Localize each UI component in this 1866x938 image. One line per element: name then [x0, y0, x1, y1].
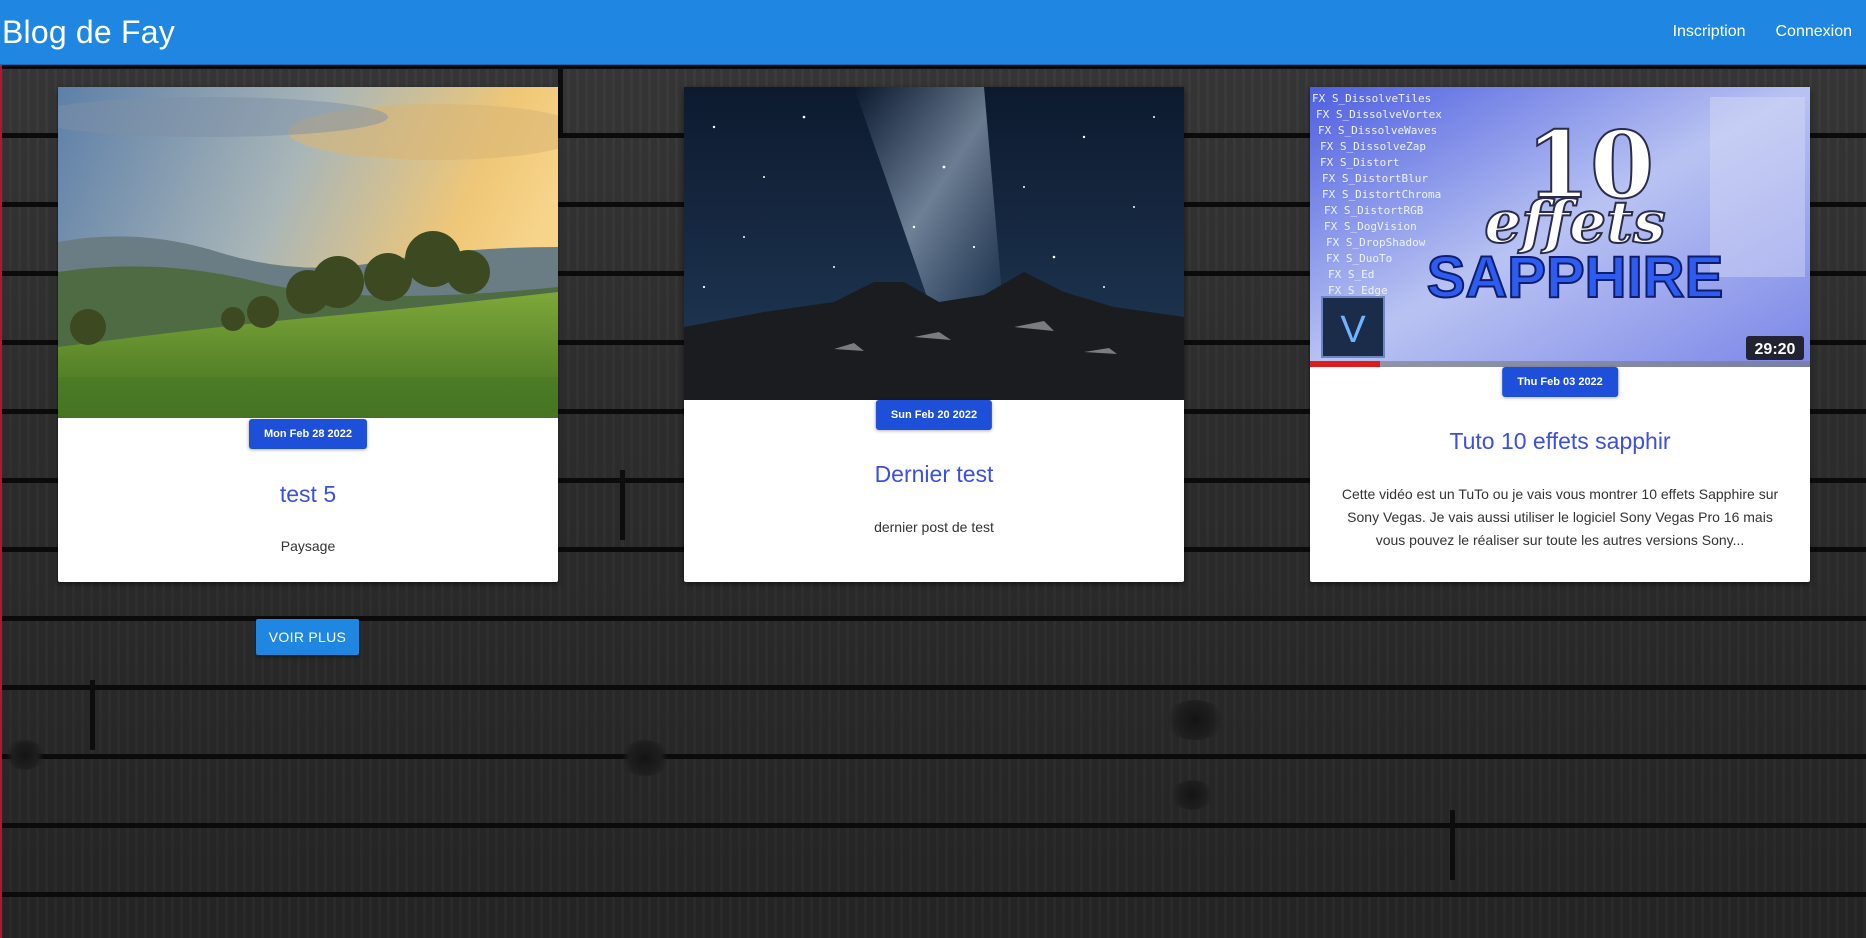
effect-list-item: FX S_DistortChroma [1322, 188, 1441, 201]
plank-seam [90, 680, 95, 750]
post-title[interactable]: Tuto 10 effets sapphir [1310, 428, 1810, 455]
post-date-badge: Thu Feb 03 2022 [1502, 367, 1618, 397]
post-image-landscape[interactable] [58, 87, 558, 418]
effect-list-item: FX S_DropShadow [1326, 236, 1426, 249]
plank-seam [620, 470, 625, 540]
effect-list-item: FX S_Ed [1328, 268, 1374, 281]
post-card[interactable]: FX S_DissolveTiles FX S_DissolveVortex F… [1310, 87, 1810, 582]
video-duration: 29:20 [1755, 341, 1796, 358]
wood-knot [5, 740, 45, 770]
nav-link-inscription[interactable]: Inscription [1673, 23, 1746, 41]
post-description: Paysage [280, 538, 336, 554]
effect-list-item: FX S_DissolveVortex [1316, 108, 1442, 121]
post-title[interactable]: Dernier test [684, 461, 1184, 488]
wood-knot [620, 740, 670, 776]
nav-link-connexion[interactable]: Connexion [1776, 23, 1853, 41]
post-title[interactable]: test 5 [58, 481, 558, 508]
plank-seam [1450, 810, 1455, 880]
plank-seam [558, 65, 563, 135]
wood-knot [1170, 780, 1214, 810]
effect-list-item: FX S_DissolveZap [1320, 140, 1426, 153]
effect-list-item: FX S_Distort [1320, 156, 1399, 169]
effect-list-item: FX S_DissolveWaves [1318, 124, 1437, 137]
window-edge [0, 0, 2, 938]
effect-list-item: FX S_DogVision [1324, 220, 1417, 233]
post-date-badge: Mon Feb 28 2022 [248, 419, 368, 449]
load-more-button[interactable]: VOIR PLUS [256, 619, 359, 655]
effect-list-item: FX S_Edge [1328, 284, 1388, 297]
navbar: Blog de Fay Inscription Connexion [0, 0, 1866, 65]
brand-link[interactable]: Blog de Fay [0, 14, 175, 51]
nav-links: Inscription Connexion [1673, 23, 1866, 41]
effect-list-item: FX S_DissolveTiles [1312, 92, 1431, 105]
thumbnail-headline-brand: SAPPHIRE [1427, 245, 1724, 310]
post-card[interactable]: Sun Feb 20 2022 Dernier test dernier pos… [684, 87, 1184, 582]
effect-list-item: FX S_DistortBlur [1322, 172, 1428, 185]
post-card[interactable]: Mon Feb 28 2022 test 5 Paysage [58, 87, 558, 582]
effect-list-item: FX S_DistortRGB [1324, 204, 1424, 217]
post-description: Cette vidéo est un TuTo ou je vais vous … [1341, 486, 1779, 548]
post-image-milky-way[interactable] [684, 87, 1184, 400]
post-date-badge: Sun Feb 20 2022 [875, 400, 993, 430]
post-description: dernier post de test [874, 519, 994, 535]
wood-knot [1165, 700, 1225, 740]
post-image-video-thumbnail[interactable]: FX S_DissolveTiles FX S_DissolveVortex F… [1310, 87, 1810, 367]
effect-list-item: FX S_DuoTo [1326, 252, 1392, 265]
sony-vegas-logo-letter: V [1340, 309, 1366, 351]
